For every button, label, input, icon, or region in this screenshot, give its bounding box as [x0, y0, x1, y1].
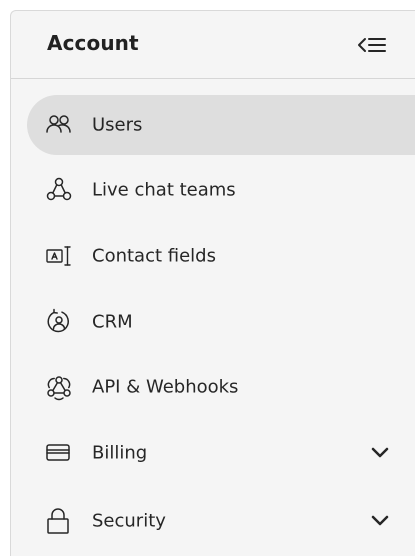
- account-sidebar: Account Users Live chat teams Contact fi…: [10, 10, 415, 556]
- contact-fields-icon: [45, 242, 73, 270]
- sidebar-item-live-chat-teams[interactable]: Live chat teams: [27, 160, 415, 220]
- sidebar-title: Account: [47, 31, 139, 55]
- sidebar-item-contact-fields[interactable]: Contact fields: [27, 226, 415, 286]
- sidebar-item-security[interactable]: Security: [27, 491, 415, 551]
- collapse-sidebar-button[interactable]: [353, 30, 393, 60]
- chevron-down-icon[interactable]: [369, 442, 391, 464]
- lock-icon: [45, 507, 73, 535]
- crm-icon: [45, 308, 73, 336]
- sidebar-item-label: API & Webhooks: [92, 376, 239, 398]
- sidebar-item-users[interactable]: Users: [27, 95, 415, 155]
- sidebar-item-crm[interactable]: CRM: [27, 292, 415, 352]
- sidebar-item-label: Security: [92, 510, 166, 532]
- sidebar-item-label: CRM: [92, 311, 133, 333]
- sidebar-item-label: Contact fields: [92, 245, 216, 267]
- sidebar-item-billing[interactable]: Billing: [27, 423, 415, 483]
- sidebar-item-label: Live chat teams: [92, 179, 236, 201]
- sidebar-item-api-webhooks[interactable]: API & Webhooks: [27, 357, 415, 417]
- users-icon: [45, 111, 73, 139]
- chevron-down-icon[interactable]: [369, 510, 391, 532]
- sidebar-item-label: Users: [92, 114, 143, 136]
- sidebar-header: Account: [11, 11, 415, 79]
- sidebar-item-label: Billing: [92, 442, 148, 464]
- collapse-sidebar-icon: [358, 38, 386, 52]
- webhooks-icon: [45, 373, 73, 401]
- credit-card-icon: [45, 439, 73, 467]
- teams-icon: [45, 176, 73, 204]
